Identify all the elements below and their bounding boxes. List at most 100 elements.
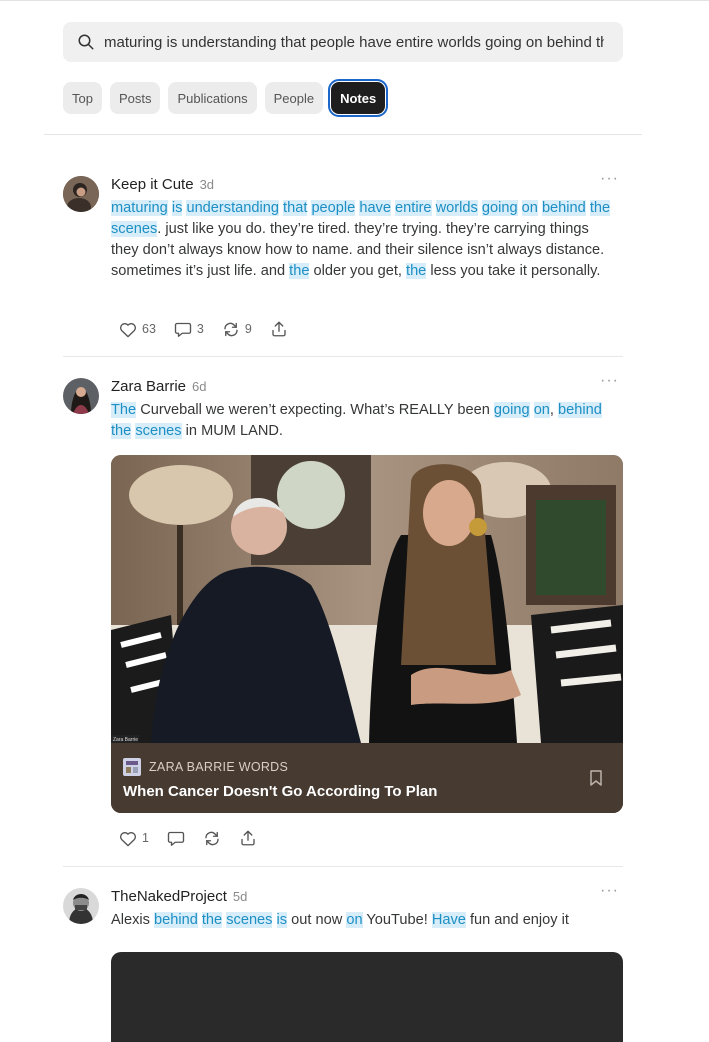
share-icon xyxy=(272,321,286,337)
search-highlight: the xyxy=(201,912,223,928)
note-header: Zara Barrie 6d xyxy=(111,378,207,395)
note-actions: 1 xyxy=(119,829,275,847)
search-highlight: behind xyxy=(153,912,198,928)
header-divider xyxy=(44,134,642,135)
search-highlight: going xyxy=(481,200,518,216)
note-text: maturing is understanding that people ha… xyxy=(111,198,616,282)
note-divider xyxy=(63,866,623,867)
restack-button[interactable]: 9 xyxy=(222,321,252,338)
publication-row: ZARA BARRIE WORDS xyxy=(123,758,288,776)
restack-icon xyxy=(224,322,238,336)
text-segment: out now xyxy=(287,912,347,928)
search-highlight: people xyxy=(311,200,356,216)
restack-button[interactable] xyxy=(203,830,221,847)
search-highlight: on xyxy=(521,200,538,216)
tab-top[interactable]: Top xyxy=(63,82,102,114)
comment-count: 3 xyxy=(196,322,204,336)
search-icon xyxy=(78,34,94,50)
video-embed[interactable] xyxy=(111,952,623,1042)
bookmark-icon[interactable] xyxy=(589,770,603,786)
note-actions: 63 3 9 xyxy=(119,320,306,338)
timestamp[interactable]: 5d xyxy=(233,889,247,904)
tab-publications[interactable]: Publications xyxy=(168,82,257,114)
text-segment: in MUM LAND. xyxy=(181,423,283,439)
heart-icon xyxy=(120,831,136,846)
share-icon xyxy=(241,830,255,846)
text-segment: older you get, xyxy=(309,263,407,279)
like-button[interactable]: 63 xyxy=(119,321,156,338)
author-name[interactable]: Keep it Cute xyxy=(111,176,194,193)
timestamp[interactable]: 6d xyxy=(192,379,206,394)
note-item: Zara Barrie 6d ··· The Curveball we weren… xyxy=(63,372,623,858)
more-options-icon[interactable]: ··· xyxy=(600,170,619,188)
publication-name[interactable]: ZARA BARRIE WORDS xyxy=(149,760,288,774)
search-highlight: understanding xyxy=(186,200,279,216)
search-highlight: is xyxy=(171,200,183,216)
tab-people[interactable]: People xyxy=(264,82,324,114)
video-thumbnail: Zara Barrie xyxy=(111,455,623,743)
comment-icon xyxy=(167,831,185,846)
comment-icon xyxy=(174,322,192,337)
search-highlight: worlds xyxy=(435,200,478,216)
search-highlight: scenes xyxy=(226,912,273,928)
tab-posts[interactable]: Posts xyxy=(109,82,161,114)
post-title[interactable]: When Cancer Doesn't Go According To Plan xyxy=(123,783,437,800)
like-button[interactable]: 1 xyxy=(119,830,149,847)
search-highlight: The xyxy=(111,402,137,418)
search-highlight: the xyxy=(289,263,310,279)
author-name[interactable]: Zara Barrie xyxy=(111,378,186,395)
top-border xyxy=(0,0,709,1)
search-highlight: on xyxy=(346,912,363,928)
text-segment: less you take it personally. xyxy=(426,263,601,279)
search-highlight: Have xyxy=(431,912,466,928)
search-highlight: scenes xyxy=(111,221,158,237)
search-filter-tabs: Top Posts Publications People Notes xyxy=(63,79,389,117)
comment-button[interactable]: 3 xyxy=(174,321,204,338)
restack-icon xyxy=(205,831,219,845)
comment-button[interactable] xyxy=(167,830,185,847)
note-divider xyxy=(63,356,623,357)
search-input[interactable]: maturing is understanding that people ha… xyxy=(104,34,604,51)
note-text: Alexis behind the scenes is out now on Y… xyxy=(111,910,616,931)
author-name[interactable]: TheNakedProject xyxy=(111,888,227,905)
search-bar[interactable]: maturing is understanding that people ha… xyxy=(63,22,623,62)
search-highlight: on xyxy=(533,402,550,418)
share-button[interactable] xyxy=(239,829,257,847)
like-count: 63 xyxy=(142,322,156,336)
search-highlight: the xyxy=(589,200,611,216)
heart-icon xyxy=(120,322,136,337)
avatar[interactable] xyxy=(63,378,99,414)
note-item: Keep it Cute 3d ··· maturing is understan… xyxy=(63,170,623,346)
search-highlight: the xyxy=(111,423,132,439)
tab-notes[interactable]: Notes xyxy=(328,79,389,117)
text-segment: Curveball we weren’t expecting. What’s R… xyxy=(136,402,494,418)
share-button[interactable] xyxy=(270,320,288,338)
avatar[interactable] xyxy=(63,176,99,212)
publication-logo-icon xyxy=(123,758,141,776)
like-count: 1 xyxy=(142,831,149,845)
search-highlight: is xyxy=(276,912,288,928)
avatar[interactable] xyxy=(63,888,99,924)
note-text: The Curveball we weren’t expecting. What… xyxy=(111,400,616,442)
search-highlight: that xyxy=(283,200,308,216)
search-highlight: entire xyxy=(395,200,432,216)
note-header: TheNakedProject 5d xyxy=(111,888,247,905)
text-segment xyxy=(272,912,276,928)
search-highlight: the xyxy=(406,263,427,279)
text-segment: , xyxy=(549,402,559,418)
text-segment: fun and enjoy it xyxy=(465,912,569,928)
note-item: TheNakedProject 5d ··· Alexis behind the … xyxy=(63,882,623,1042)
note-header: Keep it Cute 3d xyxy=(111,176,214,193)
search-highlight: behind xyxy=(558,402,602,418)
search-highlight: going xyxy=(493,402,530,418)
text-segment: YouTube! xyxy=(362,912,432,928)
more-options-icon[interactable]: ··· xyxy=(600,882,619,900)
search-highlight: scenes xyxy=(135,423,182,439)
search-highlight: behind xyxy=(541,200,586,216)
post-card[interactable]: Zara Barrie ZARA BARRIE WORDS When Cance… xyxy=(111,455,623,813)
text-segment: Alexis xyxy=(111,912,154,928)
post-card-footer: ZARA BARRIE WORDS When Cancer Doesn't Go… xyxy=(111,743,623,813)
more-options-icon[interactable]: ··· xyxy=(600,372,619,390)
restack-count: 9 xyxy=(244,322,252,336)
timestamp[interactable]: 3d xyxy=(200,177,214,192)
